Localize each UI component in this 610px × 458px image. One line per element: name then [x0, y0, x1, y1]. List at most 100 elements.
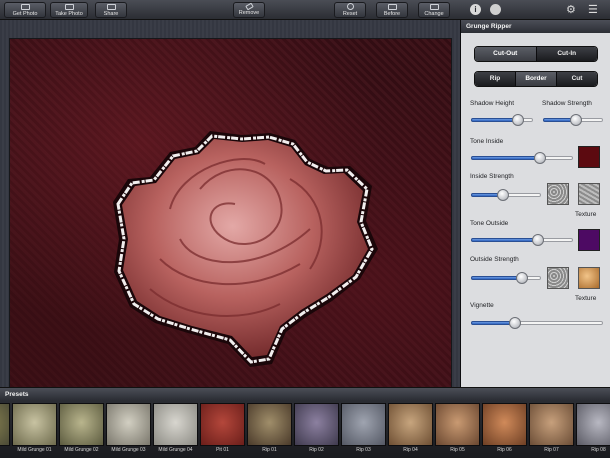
info-icon[interactable]: i [470, 4, 481, 15]
preset-label: Rip 06 [497, 447, 512, 453]
preset-thumbnail[interactable] [200, 403, 245, 446]
change-icon [429, 3, 439, 10]
preset-thumbnail[interactable] [482, 403, 527, 446]
preset-label: Rip 02 [309, 447, 324, 453]
edge-segmented-control: Rip Border Cut [474, 71, 598, 87]
preset-label: Rip 04 [403, 447, 418, 453]
camera-icon [64, 3, 74, 10]
preset-thumbnail[interactable] [435, 403, 480, 446]
preset-item[interactable]: Pit 01 [200, 403, 245, 456]
preset-item[interactable] [0, 403, 10, 456]
preset-thumbnail[interactable] [247, 403, 292, 446]
preset-item[interactable]: Rip 04 [388, 403, 433, 456]
app-window: Get Photo Take Photo Share Remove Reset … [0, 0, 610, 458]
preset-label: Rip 03 [356, 447, 371, 453]
preset-label: Mild Grunge 02 [64, 447, 99, 453]
change-button[interactable]: Change [418, 2, 450, 18]
before-icon [387, 3, 397, 10]
shadow-height-label: Shadow Height [470, 100, 515, 107]
mode-segmented-control: Cut-Out Cut-In [474, 46, 598, 62]
inside-strength-slider[interactable] [471, 189, 541, 201]
shadow-height-slider[interactable] [471, 114, 533, 126]
slider-knob[interactable] [570, 114, 582, 126]
inside-texture-thumb-1[interactable] [547, 183, 569, 205]
remove-label: Remove [238, 10, 260, 16]
preset-item[interactable]: Mild Grunge 03 [106, 403, 151, 456]
share-icon [106, 3, 116, 10]
tone-inside-label: Tone Inside [470, 138, 504, 145]
tone-outside-label: Tone Outside [470, 220, 509, 227]
slider-knob[interactable] [534, 152, 547, 164]
remove-button[interactable]: Remove [233, 2, 265, 18]
vignette-label: Vignette [470, 302, 494, 309]
tone-outside-slider[interactable] [471, 234, 573, 246]
edge-cut-option[interactable]: Cut [556, 72, 597, 86]
before-label: Before [383, 10, 401, 17]
preset-thumbnail[interactable] [59, 403, 104, 446]
get-photo-button[interactable]: Get Photo [4, 2, 46, 18]
outside-strength-slider[interactable] [471, 272, 541, 284]
preset-label: Mild Grunge 03 [111, 447, 146, 453]
tone-outside-color-swatch[interactable] [578, 229, 600, 251]
preset-item[interactable]: Rip 02 [294, 403, 339, 456]
slider-knob[interactable] [508, 317, 521, 329]
photo-icon [20, 3, 30, 10]
slider-knob[interactable] [511, 114, 524, 126]
list-icon[interactable]: ☰ [588, 3, 598, 17]
inside-strength-label: Inside Strength [470, 173, 514, 180]
preset-thumbnail[interactable] [576, 403, 610, 446]
mode-cut-out-option[interactable]: Cut-Out [475, 47, 536, 61]
preset-label: Pit 01 [216, 447, 229, 453]
gear-icon[interactable]: ⚙ [566, 3, 576, 17]
before-button[interactable]: Before [376, 2, 408, 18]
preset-thumbnail[interactable] [529, 403, 574, 446]
share-button[interactable]: Share [95, 2, 127, 18]
preset-label: Rip 07 [544, 447, 559, 453]
preset-thumbnail[interactable] [341, 403, 386, 446]
preset-label: Rip 05 [450, 447, 465, 453]
preset-item[interactable]: Rip 05 [435, 403, 480, 456]
edge-rip-option[interactable]: Rip [475, 72, 515, 86]
shadow-strength-slider[interactable] [543, 114, 603, 126]
take-photo-label: Take Photo [55, 10, 83, 17]
preset-item[interactable]: Rip 08 [576, 403, 610, 456]
preset-label: Mild Grunge 04 [158, 447, 193, 453]
slider-knob[interactable] [532, 234, 545, 246]
preset-item[interactable]: Mild Grunge 02 [59, 403, 104, 456]
preset-item[interactable]: Rip 07 [529, 403, 574, 456]
take-photo-button[interactable]: Take Photo [50, 2, 88, 18]
slider-knob[interactable] [516, 272, 529, 284]
preset-item[interactable]: Rip 03 [341, 403, 386, 456]
preset-item[interactable]: Mild Grunge 04 [153, 403, 198, 456]
mode-cut-in-option[interactable]: Cut-In [535, 47, 597, 61]
outside-texture-label: Texture [575, 295, 597, 302]
slider-knob[interactable] [496, 189, 509, 201]
preset-thumbnail[interactable] [0, 403, 10, 446]
preset-label: Rip 08 [591, 447, 606, 453]
presets-strip: Mild Grunge 01 Mild Grunge 02 Mild Grunge … [0, 400, 610, 458]
preset-thumbnail[interactable] [294, 403, 339, 446]
inside-texture-thumb-2[interactable] [578, 183, 600, 205]
top-toolbar: Get Photo Take Photo Share Remove Reset … [0, 0, 610, 20]
reset-button[interactable]: Reset [334, 2, 366, 18]
inside-texture-label: Texture [575, 211, 597, 218]
preset-item[interactable]: Rip 06 [482, 403, 527, 456]
tone-inside-slider[interactable] [471, 152, 573, 164]
tone-inside-color-swatch[interactable] [578, 146, 600, 168]
vignette-slider[interactable] [471, 317, 603, 329]
preset-thumbnail[interactable] [106, 403, 151, 446]
edited-photo[interactable] [9, 38, 452, 388]
preset-item[interactable]: Rip 01 [247, 403, 292, 456]
presets-header: Presets [0, 387, 610, 400]
reset-label: Reset [342, 11, 358, 17]
outside-texture-thumb-1[interactable] [547, 267, 569, 289]
preset-thumbnail[interactable] [12, 403, 57, 446]
circle-icon[interactable] [490, 4, 501, 15]
shadow-strength-label: Shadow Strength [542, 100, 592, 107]
edge-border-option[interactable]: Border [515, 72, 556, 86]
preset-label: Mild Grunge 01 [17, 447, 52, 453]
preset-thumbnail[interactable] [153, 403, 198, 446]
preset-item[interactable]: Mild Grunge 01 [12, 403, 57, 456]
preset-thumbnail[interactable] [388, 403, 433, 446]
outside-texture-thumb-2[interactable] [578, 267, 600, 289]
